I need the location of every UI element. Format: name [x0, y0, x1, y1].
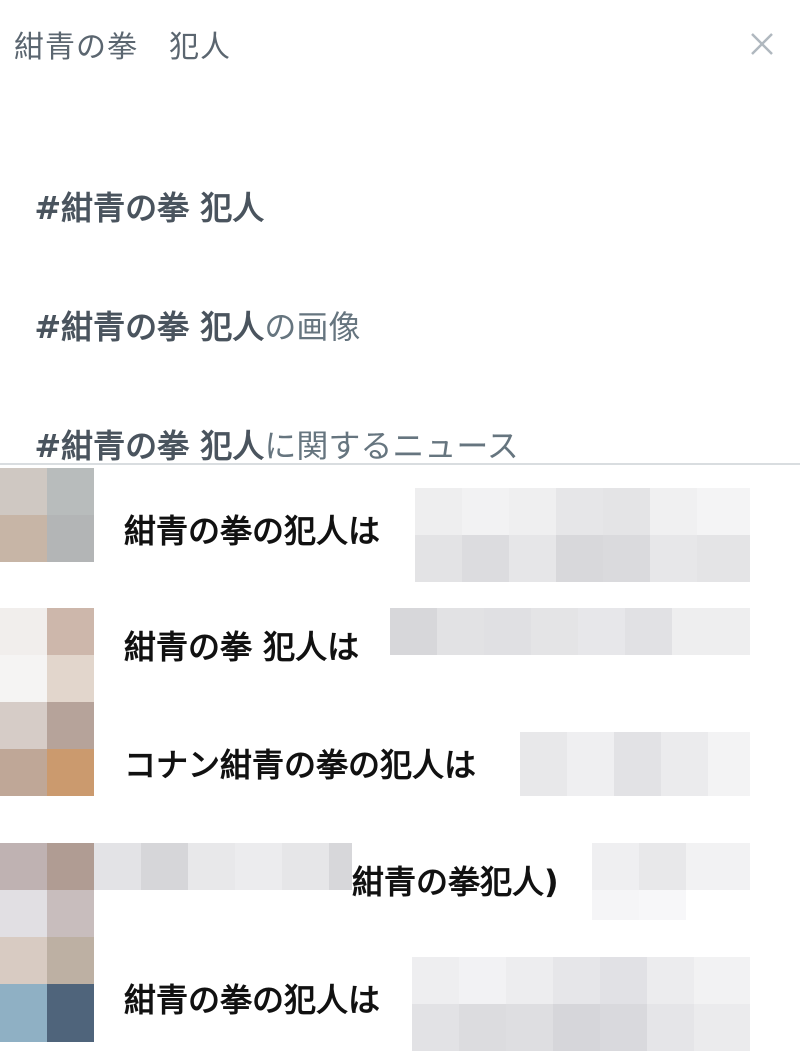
result-text: 紺青の拳の犯人は: [124, 512, 381, 550]
result-item[interactable]: 紺青の拳の犯人は: [0, 937, 800, 1051]
suggestion-suffix: の画像: [264, 308, 361, 346]
redacted-area: [390, 608, 750, 655]
result-text: 紺青の拳 犯人は: [124, 628, 360, 666]
result-text: コナン紺青の拳の犯人は: [124, 746, 477, 784]
suggestion-hashtag[interactable]: #紺青の拳 犯人: [14, 145, 264, 229]
redacted-area: [592, 843, 750, 937]
redacted-area: [94, 843, 352, 890]
suggestion-images[interactable]: #紺青の拳 犯人の画像: [14, 264, 360, 348]
divider: [0, 463, 800, 465]
avatar: [0, 843, 94, 937]
result-item[interactable]: 紺青の拳犯人): [0, 843, 800, 937]
result-item[interactable]: コナン紺青の拳の犯人は: [0, 702, 800, 796]
result-item[interactable]: 紺青の拳 犯人は: [0, 608, 800, 702]
suggestion-suffix: に関するニュース: [264, 427, 519, 465]
search-input[interactable]: 紺青の拳 犯人: [14, 22, 231, 66]
search-bar: 紺青の拳 犯人: [0, 0, 800, 95]
suggestion-news[interactable]: #紺青の拳 犯人に関するニュース: [14, 383, 519, 467]
result-text: 紺青の拳犯人): [352, 863, 559, 901]
result-text: 紺青の拳の犯人は: [124, 981, 381, 1019]
result-item[interactable]: 紺青の拳の犯人は: [0, 468, 800, 582]
redacted-area: [520, 732, 750, 796]
redacted-area: [412, 957, 750, 1051]
avatar: [0, 468, 94, 562]
avatar: [0, 702, 94, 796]
suggestion-query: #紺青の拳 犯人: [34, 189, 265, 227]
suggestion-query: #紺青の拳 犯人: [34, 308, 265, 346]
close-icon[interactable]: [746, 28, 778, 60]
redacted-area: [415, 488, 750, 582]
suggestion-query: #紺青の拳 犯人: [34, 427, 265, 465]
avatar: [0, 937, 94, 1042]
avatar: [0, 608, 94, 702]
